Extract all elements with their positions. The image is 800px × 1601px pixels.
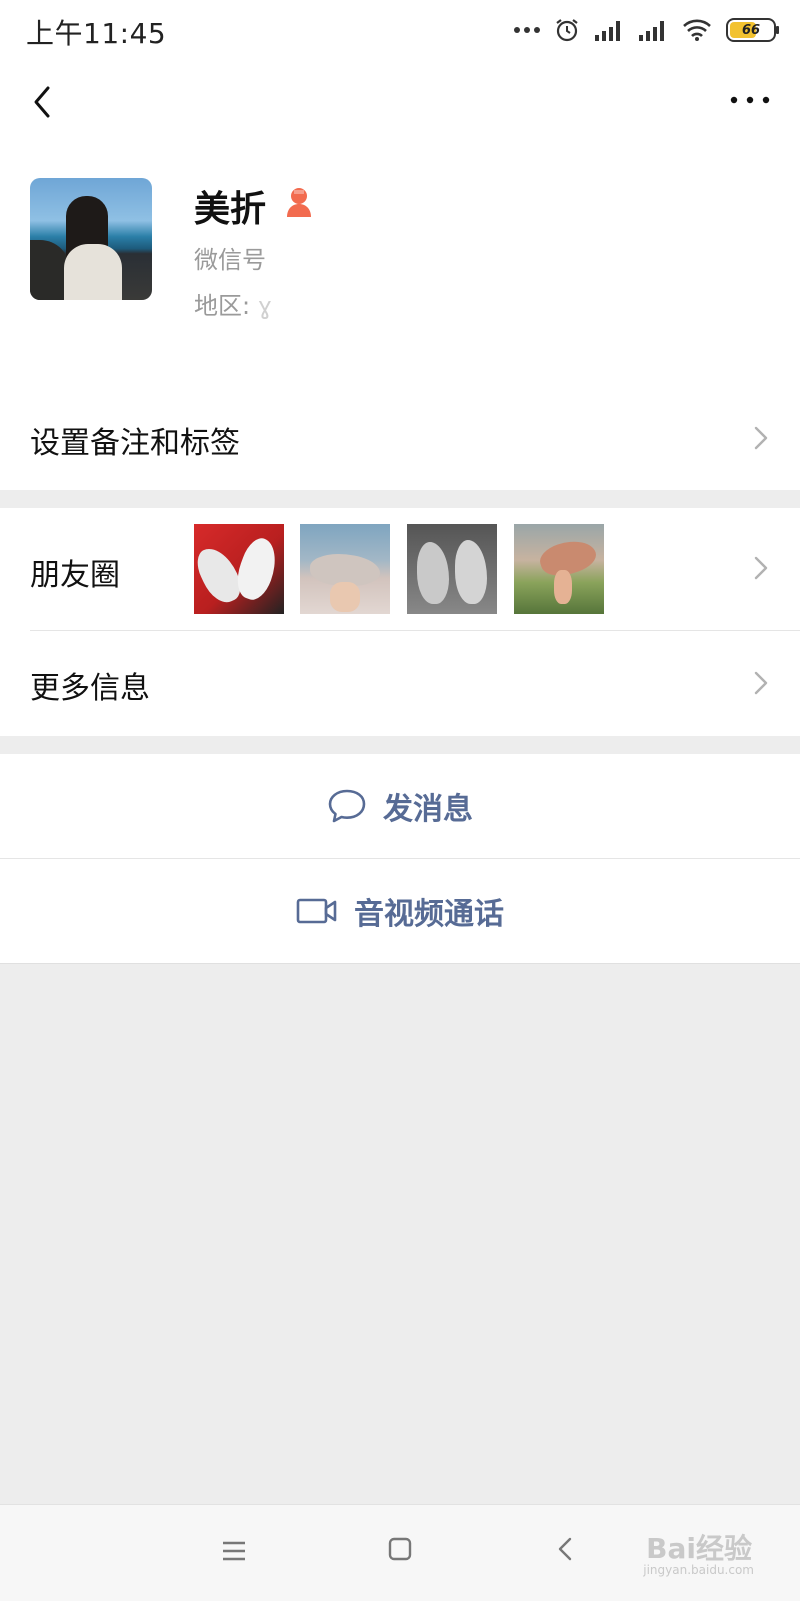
wifi-icon bbox=[683, 19, 711, 41]
home-icon[interactable] bbox=[386, 1535, 414, 1563]
profile-header: 美折 微信号 地区: ɣ bbox=[0, 148, 800, 385]
send-message-button[interactable]: 发消息 bbox=[0, 754, 800, 859]
wechat-id-label: 微信号 bbox=[194, 246, 266, 274]
chevron-right-icon bbox=[754, 426, 768, 450]
moments-photo-4 bbox=[514, 524, 604, 614]
video-call-label: 音视频通话 bbox=[354, 897, 504, 932]
menu-icon[interactable] bbox=[220, 1537, 248, 1565]
back-nav-icon[interactable] bbox=[552, 1535, 580, 1563]
watermark-url: jingyan.baidu.com bbox=[643, 1563, 754, 1577]
moments-photo-1 bbox=[194, 524, 284, 614]
battery-icon: 66 bbox=[726, 18, 779, 42]
region: 地区: ɣ bbox=[194, 286, 272, 321]
chevron-right-icon bbox=[754, 556, 768, 580]
remark-tags-label: 设置备注和标签 bbox=[30, 426, 240, 461]
moments-section: 朋友圈 更多信息 bbox=[0, 508, 800, 736]
video-camera-icon bbox=[296, 898, 337, 924]
send-message-label: 发消息 bbox=[383, 792, 473, 827]
status-bar: 上午11:45 66 bbox=[0, 0, 800, 58]
status-icons: 66 bbox=[514, 14, 779, 46]
moments-row[interactable]: 朋友圈 bbox=[0, 508, 800, 630]
moments-label: 朋友圈 bbox=[30, 558, 120, 593]
more-info-label: 更多信息 bbox=[30, 671, 150, 706]
alarm-icon bbox=[556, 19, 578, 42]
nickname: 美折 bbox=[194, 189, 267, 230]
signal-icon bbox=[595, 21, 620, 41]
female-user-icon bbox=[287, 188, 311, 217]
more-info-row[interactable]: 更多信息 bbox=[0, 631, 800, 736]
avatar[interactable] bbox=[30, 178, 152, 300]
chevron-left-icon[interactable] bbox=[22, 80, 66, 124]
watermark-brand: Bai经验 bbox=[646, 1532, 752, 1565]
video-call-button[interactable]: 音视频通话 bbox=[0, 859, 800, 964]
signal-2-icon bbox=[639, 21, 664, 41]
chat-bubble-icon bbox=[328, 789, 366, 823]
remark-tags-row[interactable]: 设置备注和标签 bbox=[0, 384, 800, 490]
system-nav-bar: Bai经验 jingyan.baidu.com bbox=[0, 1504, 800, 1601]
moments-photo-3 bbox=[407, 524, 497, 614]
top-nav bbox=[0, 58, 800, 148]
more-dots-icon[interactable] bbox=[728, 88, 772, 112]
more-notifications-icon bbox=[514, 27, 540, 33]
status-time: 上午11:45 bbox=[26, 17, 167, 50]
region-value: ɣ bbox=[257, 292, 273, 320]
moments-photo-2 bbox=[300, 524, 390, 614]
wechat-id: 微信号 bbox=[194, 240, 266, 275]
chevron-right-icon bbox=[754, 671, 768, 695]
battery-level: 66 bbox=[741, 22, 761, 38]
region-label: 地区: bbox=[194, 292, 258, 320]
